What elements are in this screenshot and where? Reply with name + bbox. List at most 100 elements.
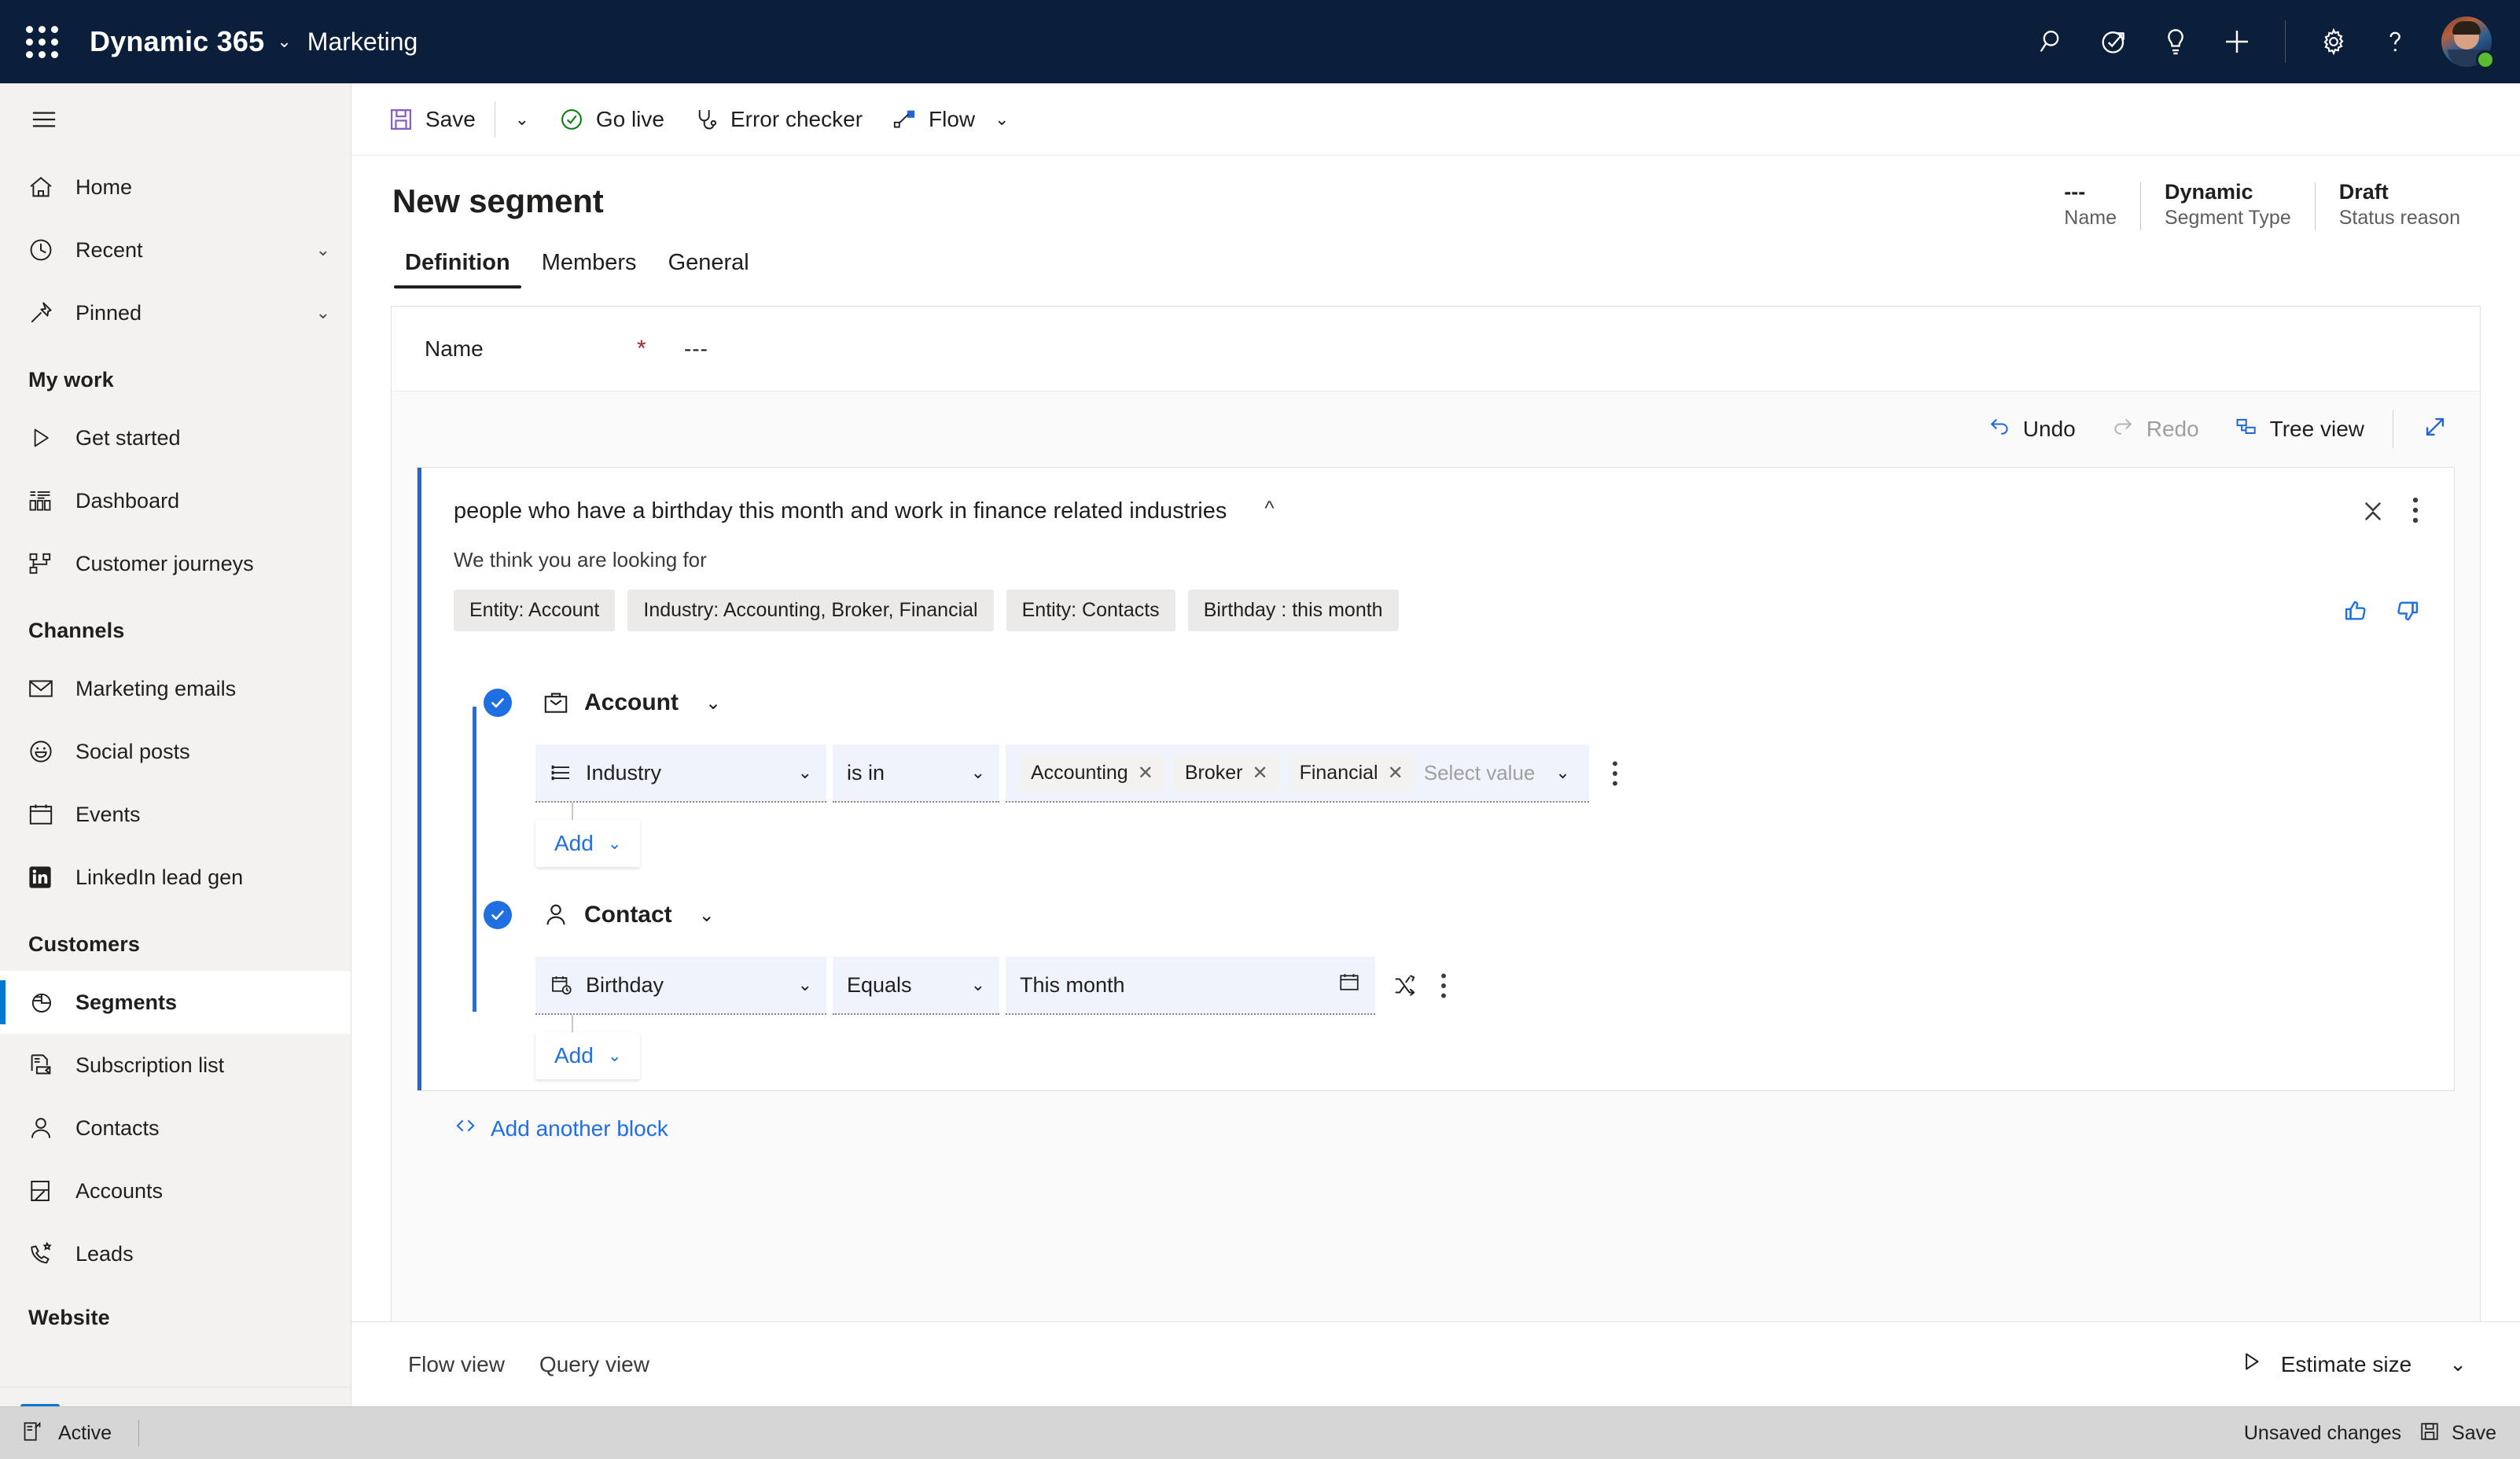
sidebar-item-get-started[interactable]: Get started bbox=[0, 406, 351, 469]
chevron-down-icon[interactable]: ⌄ bbox=[954, 975, 985, 995]
sidebar-item-customer-journeys[interactable]: Customer journeys bbox=[0, 532, 351, 595]
status-save-button[interactable]: Save bbox=[2419, 1420, 2496, 1446]
field-name: Industry bbox=[586, 760, 662, 785]
value-token[interactable]: Broker ✕ bbox=[1173, 754, 1279, 792]
save-label: Save bbox=[425, 106, 476, 131]
chevron-down-icon[interactable]: ⌄ bbox=[608, 1046, 622, 1066]
go-live-button[interactable]: Go live bbox=[544, 95, 679, 144]
chevron-down-icon[interactable]: ⌄ bbox=[672, 904, 715, 927]
tab-members[interactable]: Members bbox=[529, 244, 649, 288]
chevron-down-icon[interactable]: ⌄ bbox=[679, 692, 721, 715]
sidebar-item-marketing-emails[interactable]: Marketing emails bbox=[0, 657, 351, 720]
form-state-icon[interactable] bbox=[20, 1420, 44, 1447]
condition-more-icon[interactable] bbox=[1609, 757, 1621, 790]
thumbs-down-icon[interactable] bbox=[2393, 597, 2421, 625]
entity-enabled-checkbox[interactable] bbox=[484, 901, 512, 929]
add-condition-button[interactable]: Add ⌄ bbox=[535, 820, 641, 867]
sidebar-item-pinned[interactable]: Pinned ⌄ bbox=[0, 281, 351, 344]
chevron-down-icon[interactable]: ⌄ bbox=[954, 763, 985, 783]
undo-icon bbox=[1987, 414, 2012, 445]
chevron-down-icon[interactable]: ⌄ bbox=[277, 31, 291, 52]
add-condition-button[interactable]: Add ⌄ bbox=[535, 1032, 641, 1079]
chevron-down-icon[interactable]: ⌄ bbox=[608, 834, 622, 854]
chevron-down-icon[interactable]: ⌄ bbox=[316, 303, 330, 323]
insights-lightbulb-icon[interactable] bbox=[2145, 0, 2206, 83]
expand-editor-button[interactable] bbox=[2404, 405, 2453, 454]
suggestion-chip[interactable]: Entity: Contacts bbox=[1006, 590, 1175, 631]
query-view-tab[interactable]: Query view bbox=[522, 1352, 667, 1377]
field-selector-industry[interactable]: Industry ⌄ bbox=[535, 744, 826, 803]
add-condition-wrap: Add ⌄ bbox=[535, 803, 2421, 867]
suggestion-chip[interactable]: Birthday : this month bbox=[1187, 590, 1399, 631]
chevron-down-icon[interactable]: ⌄ bbox=[316, 240, 330, 260]
remove-token-icon[interactable]: ✕ bbox=[1252, 762, 1267, 785]
sidebar-item-subscription-list[interactable]: Subscription list bbox=[0, 1034, 351, 1097]
main-content: Save ⌄ Go live Error checker Flow ⌄ New … bbox=[351, 83, 2520, 1459]
collapse-chevrons-icon[interactable] bbox=[2360, 494, 2386, 526]
field-selector-birthday[interactable]: Birthday ⌄ bbox=[535, 957, 826, 1015]
avatar[interactable] bbox=[2441, 17, 2495, 69]
brand-title[interactable]: Dynamic 365 bbox=[83, 25, 264, 58]
redo-button[interactable]: Redo bbox=[2093, 405, 2216, 454]
sidebar-collapse-icon[interactable] bbox=[0, 83, 351, 156]
flow-button[interactable]: Flow ⌄ bbox=[877, 95, 1032, 144]
operator-selector[interactable]: Equals ⌄ bbox=[833, 957, 999, 1015]
sidebar-item-accounts[interactable]: Accounts bbox=[0, 1159, 351, 1222]
add-icon[interactable] bbox=[2206, 0, 2268, 83]
value-token-picker[interactable]: Accounting ✕ Broker ✕ Financial ✕ Select… bbox=[1006, 744, 1589, 803]
remove-token-icon[interactable]: ✕ bbox=[1138, 762, 1153, 785]
error-checker-button[interactable]: Error checker bbox=[679, 95, 877, 144]
collapse-chevron-icon[interactable]: ^ bbox=[1264, 494, 1274, 520]
more-vertical-icon[interactable] bbox=[2410, 494, 2421, 526]
add-another-block-button[interactable]: Add another block bbox=[453, 1113, 2455, 1144]
remove-token-icon[interactable]: ✕ bbox=[1388, 762, 1403, 785]
estimate-size-button[interactable]: Estimate size bbox=[2228, 1349, 2423, 1380]
sidebar-item-contacts[interactable]: Contacts bbox=[0, 1097, 351, 1159]
value-placeholder[interactable]: Select value bbox=[1424, 761, 1536, 785]
query-designer: people who have a birthday this month an… bbox=[392, 467, 2480, 1458]
tab-general[interactable]: General bbox=[656, 244, 762, 288]
record-state-label: Active bbox=[58, 1421, 112, 1444]
settings-gear-icon[interactable] bbox=[2303, 0, 2364, 83]
value-token[interactable]: Financial ✕ bbox=[1288, 754, 1415, 792]
thumbs-up-icon[interactable] bbox=[2342, 597, 2371, 625]
save-options-chevron-icon[interactable]: ⌄ bbox=[500, 95, 544, 144]
undo-label: Undo bbox=[2022, 417, 2076, 441]
save-button[interactable]: Save bbox=[373, 95, 490, 144]
undo-button[interactable]: Undo bbox=[1970, 405, 2093, 454]
condition-more-icon[interactable] bbox=[1438, 969, 1449, 1002]
tree-view-button[interactable]: Tree view bbox=[2216, 405, 2382, 454]
chevron-down-icon[interactable]: ⌄ bbox=[1535, 763, 1574, 783]
suggestion-chip[interactable]: Entity: Account bbox=[454, 590, 616, 631]
chevron-down-icon[interactable]: ⌄ bbox=[781, 975, 812, 995]
operator-selector[interactable]: is in ⌄ bbox=[833, 744, 999, 803]
value-token-label: Broker bbox=[1184, 761, 1243, 784]
nl-query-text[interactable]: people who have a birthday this month an… bbox=[454, 494, 1227, 525]
clock-icon bbox=[27, 236, 69, 264]
estimate-chevron-icon[interactable]: ⌄ bbox=[2430, 1352, 2485, 1376]
app-launcher-icon[interactable] bbox=[0, 0, 83, 83]
suggestion-chip[interactable]: Industry: Accounting, Broker, Financial bbox=[627, 590, 994, 631]
chevron-down-icon[interactable]: ⌄ bbox=[781, 763, 812, 783]
entity-enabled-checkbox[interactable] bbox=[484, 689, 512, 717]
sidebar-item-dashboard[interactable]: Dashboard bbox=[0, 469, 351, 532]
sidebar-item-leads[interactable]: Leads bbox=[0, 1222, 351, 1285]
sidebar-item-events[interactable]: Events bbox=[0, 783, 351, 846]
footer-actions: Estimate size ⌄ bbox=[2228, 1349, 2485, 1380]
sidebar-item-social-posts[interactable]: Social posts bbox=[0, 720, 351, 783]
sidebar-item-linkedin-lead-gen[interactable]: LinkedIn lead gen bbox=[0, 846, 351, 909]
help-question-icon[interactable] bbox=[2364, 0, 2426, 83]
value-input[interactable]: This month bbox=[1006, 957, 1375, 1015]
diagnostics-icon[interactable] bbox=[2084, 0, 2145, 83]
sidebar-item-segments[interactable]: Segments bbox=[0, 971, 351, 1034]
shuffle-icon[interactable] bbox=[1392, 973, 1418, 998]
search-icon[interactable] bbox=[2022, 0, 2084, 83]
flow-chevron-icon[interactable]: ⌄ bbox=[986, 95, 1017, 144]
flow-view-tab[interactable]: Flow view bbox=[391, 1352, 522, 1377]
sidebar-item-recent[interactable]: Recent ⌄ bbox=[0, 219, 351, 281]
calendar-icon[interactable] bbox=[1337, 971, 1361, 999]
sidebar-item-home[interactable]: Home bbox=[0, 156, 351, 219]
name-field-value[interactable]: --- bbox=[684, 336, 708, 362]
tab-definition[interactable]: Definition bbox=[392, 244, 523, 288]
value-token[interactable]: Accounting ✕ bbox=[1020, 754, 1164, 792]
